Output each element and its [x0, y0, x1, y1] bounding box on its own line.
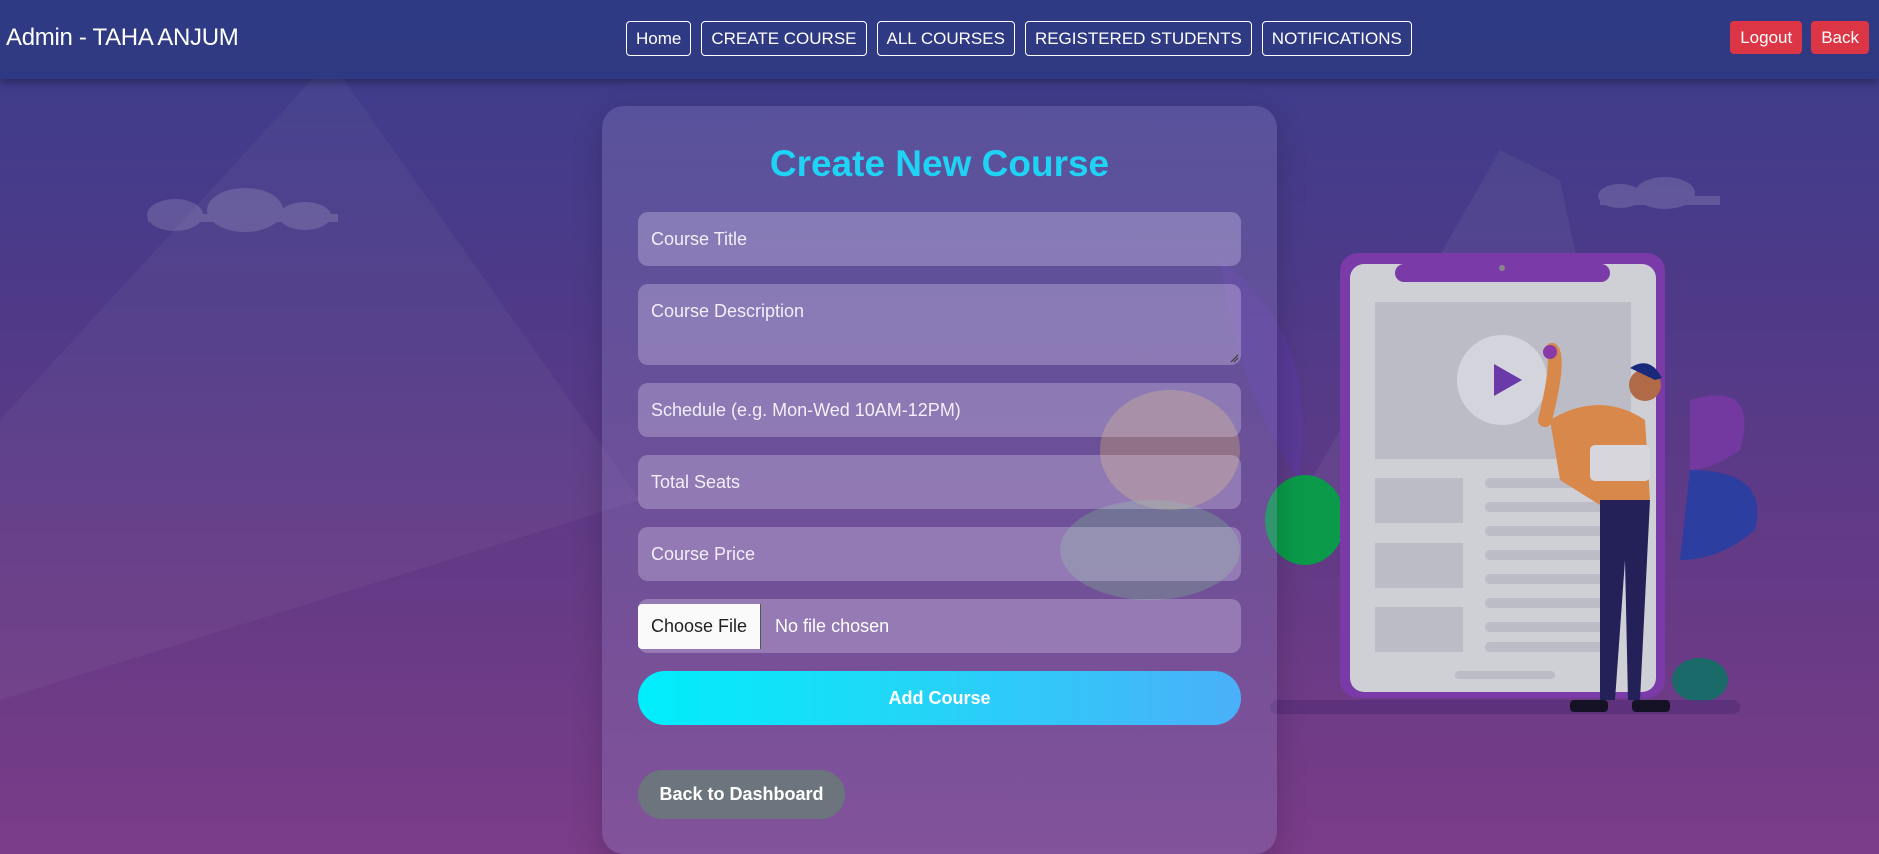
total-seats-input[interactable]: Total Seats — [638, 455, 1241, 509]
logout-button[interactable]: Logout — [1730, 21, 1803, 54]
nav-actions: Logout Back — [1730, 21, 1869, 54]
create-course-card: Create New Course Course Title Course De… — [602, 106, 1277, 854]
back-button[interactable]: Back — [1811, 21, 1869, 54]
add-course-button[interactable]: Add Course — [638, 671, 1241, 725]
top-navbar: Admin - TAHA ANJUM Home CREATE COURSE AL… — [0, 0, 1879, 79]
course-price-input[interactable]: Course Price — [638, 527, 1241, 581]
admin-brand-title: Admin - TAHA ANJUM — [6, 24, 239, 51]
nav-registered-students-link[interactable]: REGISTERED STUDENTS — [1024, 21, 1252, 56]
form-title: Create New Course — [769, 143, 1110, 184]
nav-links: Home CREATE COURSE ALL COURSES REGISTERE… — [626, 21, 1412, 56]
nav-create-course-link[interactable]: CREATE COURSE — [701, 21, 867, 56]
course-file-input[interactable]: Choose File No file chosen — [638, 599, 1241, 653]
schedule-input[interactable]: Schedule (e.g. Mon-Wed 10AM-12PM) — [638, 383, 1241, 437]
nav-all-courses-link[interactable]: ALL COURSES — [876, 21, 1015, 56]
course-title-input[interactable]: Course Title — [638, 212, 1241, 266]
nav-home-link[interactable]: Home — [626, 21, 692, 56]
file-status-text: No file chosen — [775, 615, 890, 636]
back-to-dashboard-button[interactable]: Back to Dashboard — [638, 770, 845, 819]
nav-notifications-link[interactable]: NOTIFICATIONS — [1261, 21, 1412, 56]
course-description-textarea[interactable]: Course Description — [638, 284, 1241, 365]
choose-file-button[interactable]: Choose File — [638, 603, 762, 649]
resize-grip-icon[interactable] — [1229, 353, 1239, 363]
course-description-placeholder: Course Description — [651, 301, 805, 321]
